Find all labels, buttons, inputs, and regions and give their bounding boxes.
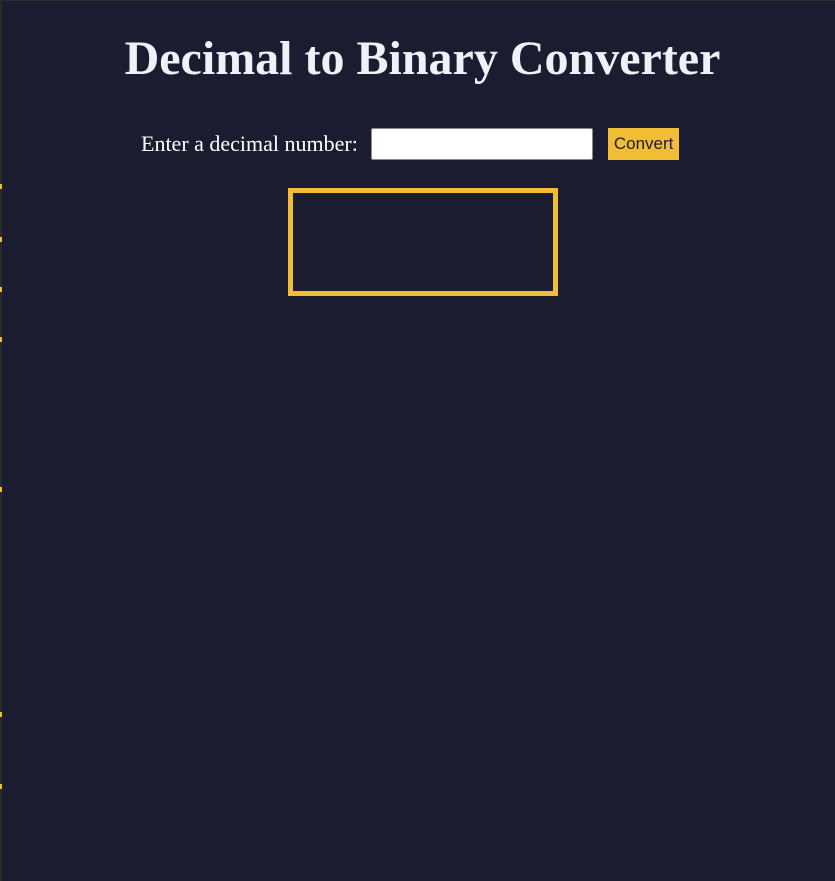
edge-marker xyxy=(0,184,2,189)
edge-marker xyxy=(0,237,2,242)
converter-page: Decimal to Binary Converter Enter a deci… xyxy=(0,1,835,881)
binary-result-box xyxy=(288,188,558,296)
decimal-input-label: Enter a decimal number: xyxy=(141,131,358,156)
edge-marker xyxy=(0,784,2,789)
conversion-form: Enter a decimal number: Convert xyxy=(141,128,680,160)
convert-button[interactable]: Convert xyxy=(607,128,680,160)
page-title: Decimal to Binary Converter xyxy=(124,32,721,85)
edge-marker xyxy=(0,487,2,492)
decimal-number-input[interactable] xyxy=(370,128,593,160)
edge-marker xyxy=(0,712,2,717)
edge-marker xyxy=(0,287,2,292)
edge-marker xyxy=(0,337,2,342)
